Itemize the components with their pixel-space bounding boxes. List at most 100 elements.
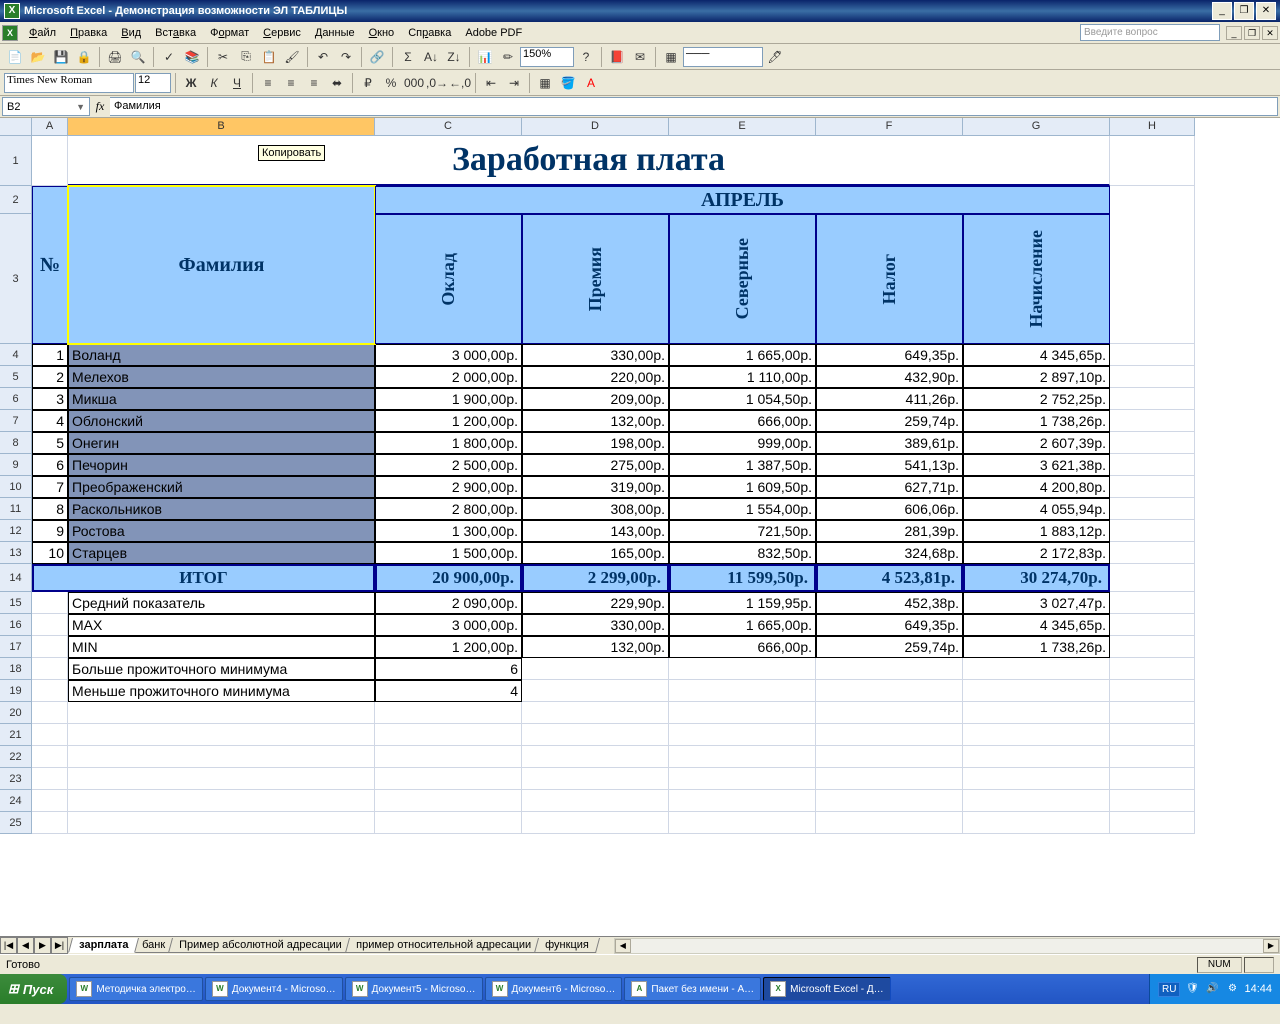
cell[interactable]: 649,35р. [816, 344, 963, 366]
save-icon[interactable]: 💾 [50, 46, 72, 68]
taskbar-item[interactable]: XMicrosoft Excel - Д… [763, 977, 890, 1001]
pdf-mail-icon[interactable]: ✉ [629, 46, 651, 68]
close-button[interactable]: ✕ [1256, 2, 1276, 20]
open-icon[interactable]: 📂 [27, 46, 49, 68]
cell[interactable] [963, 812, 1110, 834]
row-header-16[interactable]: 16 [0, 614, 32, 636]
line-color-icon[interactable]: 🖊 [764, 46, 786, 68]
help-icon[interactable]: ? [575, 46, 597, 68]
subheader[interactable]: Налог [816, 214, 963, 344]
cell[interactable] [68, 790, 375, 812]
merge-center-icon[interactable]: ⬌ [326, 72, 348, 94]
font-size-combo[interactable]: 12 [135, 73, 171, 93]
cell[interactable]: 143,00р. [522, 520, 669, 542]
decrease-indent-icon[interactable]: ⇤ [480, 72, 502, 94]
cell[interactable]: 1 200,00р. [375, 636, 522, 658]
cell[interactable]: 3 027,47р. [963, 592, 1110, 614]
cell[interactable] [1110, 768, 1195, 790]
row-header-24[interactable]: 24 [0, 790, 32, 812]
cell[interactable] [375, 746, 522, 768]
cell[interactable]: 330,00р. [522, 344, 669, 366]
taskbar-item[interactable]: WДокумент4 - Microso… [205, 977, 343, 1001]
tab-last-button[interactable]: ▶| [51, 937, 68, 954]
align-right-icon[interactable]: ≡ [303, 72, 325, 94]
taskbar-item[interactable]: WДокумент5 - Microso… [345, 977, 483, 1001]
surname-cell[interactable]: Онегин [68, 432, 375, 454]
scroll-right-button[interactable]: ▶ [1263, 939, 1279, 953]
underline-button[interactable]: Ч [226, 72, 248, 94]
cell[interactable] [1110, 542, 1195, 564]
cell[interactable]: 432,90р. [816, 366, 963, 388]
fx-button[interactable]: fx [90, 99, 110, 114]
mdi-restore-button[interactable]: ❐ [1244, 26, 1260, 40]
cell[interactable] [32, 746, 68, 768]
cell[interactable]: 1 054,50р. [669, 388, 816, 410]
col-header-G[interactable]: G [963, 118, 1110, 136]
cell[interactable] [816, 746, 963, 768]
cell[interactable]: 3 621,38р. [963, 454, 1110, 476]
row-header-17[interactable]: 17 [0, 636, 32, 658]
surname-cell[interactable]: Преображенский [68, 476, 375, 498]
cell[interactable] [669, 702, 816, 724]
cell[interactable] [32, 614, 68, 636]
cell[interactable] [522, 724, 669, 746]
percent-icon[interactable]: % [380, 72, 402, 94]
cell[interactable]: 8 [32, 498, 68, 520]
copy-icon[interactable]: ⎘ [235, 46, 257, 68]
cell[interactable] [32, 680, 68, 702]
align-left-icon[interactable]: ≡ [257, 72, 279, 94]
total-label[interactable]: ИТОГ [32, 564, 375, 592]
cell[interactable] [32, 724, 68, 746]
cell[interactable]: 2 800,00р. [375, 498, 522, 520]
cell[interactable]: 541,13р. [816, 454, 963, 476]
header-number[interactable]: № [32, 186, 68, 344]
header-month[interactable]: АПРЕЛЬ [375, 186, 1110, 214]
cell[interactable] [1110, 366, 1195, 388]
cell[interactable] [1110, 432, 1195, 454]
cell[interactable] [1110, 614, 1195, 636]
cell[interactable]: 319,00р. [522, 476, 669, 498]
cell[interactable]: 229,90р. [522, 592, 669, 614]
cell[interactable]: 1 500,00р. [375, 542, 522, 564]
row-header-11[interactable]: 11 [0, 498, 32, 520]
surname-cell[interactable]: Микша [68, 388, 375, 410]
cell[interactable]: 832,50р. [669, 542, 816, 564]
col-header-A[interactable]: A [32, 118, 68, 136]
cell[interactable] [963, 724, 1110, 746]
cell[interactable] [1110, 680, 1195, 702]
page-title[interactable]: Заработная плата [68, 136, 1110, 186]
cell[interactable]: 721,50р. [669, 520, 816, 542]
cell[interactable]: 1 800,00р. [375, 432, 522, 454]
cell[interactable]: 324,68р. [816, 542, 963, 564]
row-header-25[interactable]: 25 [0, 812, 32, 834]
cell[interactable] [1110, 746, 1195, 768]
cell[interactable] [963, 658, 1110, 680]
cell[interactable]: 209,00р. [522, 388, 669, 410]
cell[interactable]: 4 [375, 680, 522, 702]
cell[interactable]: 1 883,12р. [963, 520, 1110, 542]
print-icon[interactable]: 🖨 [104, 46, 126, 68]
cell[interactable] [522, 702, 669, 724]
pdf-icon[interactable]: 📕 [606, 46, 628, 68]
drawing-icon[interactable]: ✏ [497, 46, 519, 68]
cell[interactable]: 3 000,00р. [375, 344, 522, 366]
row-header-13[interactable]: 13 [0, 542, 32, 564]
subheader[interactable]: Северные [669, 214, 816, 344]
row-header-22[interactable]: 22 [0, 746, 32, 768]
col-header-H[interactable]: H [1110, 118, 1195, 136]
permission-icon[interactable]: 🔒 [73, 46, 95, 68]
cell[interactable]: 5 [32, 432, 68, 454]
spellcheck-icon[interactable]: ✓ [158, 46, 180, 68]
tab-next-button[interactable]: ▶ [34, 937, 51, 954]
help-question-input[interactable]: Введите вопрос [1080, 24, 1220, 41]
row-header-5[interactable]: 5 [0, 366, 32, 388]
scroll-left-button[interactable]: ◀ [615, 939, 631, 953]
cell[interactable]: 2 500,00р. [375, 454, 522, 476]
increase-indent-icon[interactable]: ⇥ [503, 72, 525, 94]
cell[interactable]: 1 609,50р. [669, 476, 816, 498]
language-indicator[interactable]: RU [1158, 982, 1180, 997]
cell[interactable]: 7 [32, 476, 68, 498]
menu-формат[interactable]: Формат [203, 25, 256, 41]
cell[interactable]: Больше прожиточного минимума [68, 658, 375, 680]
cell[interactable]: 1 110,00р. [669, 366, 816, 388]
